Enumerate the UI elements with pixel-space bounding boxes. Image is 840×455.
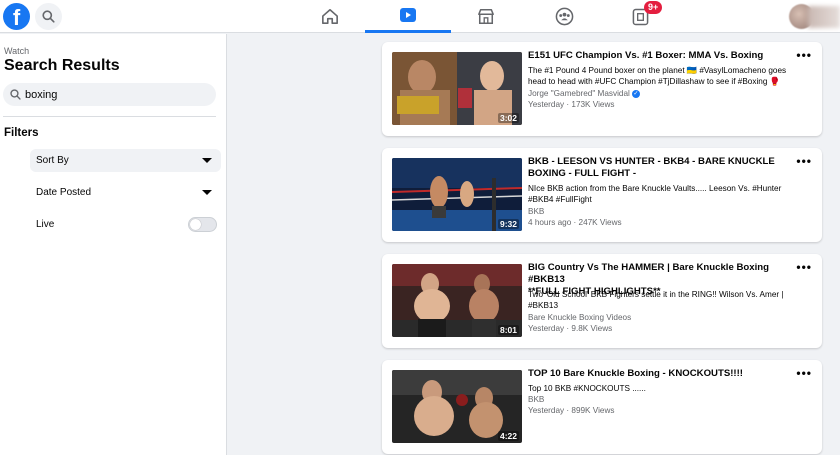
video-description: Two 'Old School' BKB Fighters settle it … [528, 289, 800, 311]
notification-badge: 9+ [644, 1, 663, 14]
marketplace-icon [478, 9, 494, 24]
video-title[interactable]: E151 UFC Champion Vs. #1 Boxer: MMA Vs. … [528, 50, 800, 62]
verified-badge-icon: ✓ [631, 89, 640, 98]
date-posted-label: Date Posted [36, 187, 92, 198]
sort-by-label: Sort By [36, 155, 69, 166]
video-result-card[interactable]: 3:02 E151 UFC Champion Vs. #1 Boxer: MMA… [382, 42, 822, 136]
video-duration: 9:32 [497, 219, 519, 229]
groups-icon [555, 7, 573, 26]
top-navigation-bar: f 9+ [0, 0, 840, 33]
channel-name[interactable]: BKB [528, 395, 544, 404]
video-result-card[interactable]: 9:32 BKB - LEESON VS HUNTER - BKB4 - BAR… [382, 148, 822, 242]
caret-down-icon [202, 158, 212, 163]
video-title[interactable]: BKB - LEESON VS HUNTER - BKB4 - BARE KNU… [528, 156, 800, 180]
more-options-button[interactable]: ••• [796, 48, 812, 62]
channel-name[interactable]: BKB [528, 207, 544, 216]
description-line: NIce BKB action from the Bare Knuckle Va… [528, 184, 782, 193]
tab-watch[interactable] [365, 0, 451, 33]
tab-home[interactable] [287, 0, 373, 33]
caret-down-icon [202, 190, 212, 195]
tab-gaming[interactable] [597, 0, 683, 33]
tab-groups[interactable] [521, 0, 607, 33]
home-icon [322, 8, 338, 25]
description-line: #BKB4 #FullFight [528, 195, 592, 204]
more-options-button[interactable]: ••• [796, 366, 812, 380]
description-line: head to head with #UFC Champion #TjDilla… [528, 77, 780, 86]
description-line: Two 'Old School' BKB Fighters settle it … [528, 290, 784, 299]
more-options-button[interactable]: ••• [796, 260, 812, 274]
toggle-knob [190, 219, 201, 230]
live-label: Live [36, 219, 55, 230]
title-line: BIG Country Vs The HAMMER | Bare Knuckle… [528, 262, 769, 285]
live-toggle[interactable] [188, 217, 217, 232]
video-meta: Yesterday · 9.8K Views [528, 324, 613, 333]
video-duration: 3:02 [497, 113, 519, 123]
video-duration: 4:22 [497, 431, 519, 441]
account-menu-blur [808, 6, 840, 28]
video-meta: 4 hours ago · 247K Views [528, 218, 622, 227]
watch-video-icon [400, 8, 416, 22]
video-thumbnail[interactable]: 4:22 [392, 370, 522, 443]
video-description: NIce BKB action from the Bare Knuckle Va… [528, 183, 800, 205]
search-icon [10, 89, 21, 100]
facebook-logo[interactable]: f [3, 3, 30, 30]
video-meta: Yesterday · 173K Views [528, 100, 615, 109]
tab-marketplace[interactable] [443, 0, 529, 33]
search-icon [42, 10, 55, 23]
search-sidebar: Watch Search Results Filters Sort By Dat… [0, 34, 227, 455]
search-input[interactable] [25, 88, 205, 101]
description-line: Top 10 BKB #KNOCKOUTS ...... [528, 384, 646, 393]
page-title: Search Results [4, 57, 120, 74]
video-title[interactable]: TOP 10 Bare Knuckle Boxing - KNOCKOUTS!!… [528, 368, 800, 380]
video-meta: Yesterday · 899K Views [528, 406, 615, 415]
video-thumbnail[interactable]: 9:32 [392, 158, 522, 231]
video-description: The #1 Pound 4 Pound boxer on the planet… [528, 65, 800, 87]
search-button[interactable] [35, 3, 62, 30]
search-field[interactable] [3, 83, 216, 106]
title-line: BKB - LEESON VS HUNTER - BKB4 - BARE KNU… [528, 156, 775, 167]
video-thumbnail[interactable]: 3:02 [392, 52, 522, 125]
divider [3, 116, 216, 117]
section-kicker: Watch [4, 46, 30, 56]
channel-name[interactable]: Bare Knuckle Boxing Videos [528, 313, 631, 322]
channel-name[interactable]: Jorge "Gamebred" Masvidal ✓ [528, 89, 640, 98]
sort-by-dropdown[interactable]: Sort By [30, 149, 221, 172]
more-options-button[interactable]: ••• [796, 154, 812, 168]
video-result-card[interactable]: 8:01 BIG Country Vs The HAMMER | Bare Kn… [382, 254, 822, 348]
live-filter-row: Live [30, 213, 221, 236]
video-thumbnail[interactable]: 8:01 [392, 264, 522, 337]
description-line: #BKB13 [528, 301, 559, 310]
description-line: The #1 Pound 4 Pound boxer on the planet… [528, 66, 787, 75]
video-result-card[interactable]: 4:22 TOP 10 Bare Knuckle Boxing - KNOCKO… [382, 360, 822, 454]
date-posted-dropdown[interactable]: Date Posted [30, 181, 221, 204]
title-line: BOXING - FULL FIGHT - [528, 168, 637, 179]
video-duration: 8:01 [497, 325, 519, 335]
channel-label: Jorge "Gamebred" Masvidal [528, 89, 630, 98]
filters-heading: Filters [4, 127, 39, 139]
video-description: Top 10 BKB #KNOCKOUTS ...... [528, 383, 800, 394]
